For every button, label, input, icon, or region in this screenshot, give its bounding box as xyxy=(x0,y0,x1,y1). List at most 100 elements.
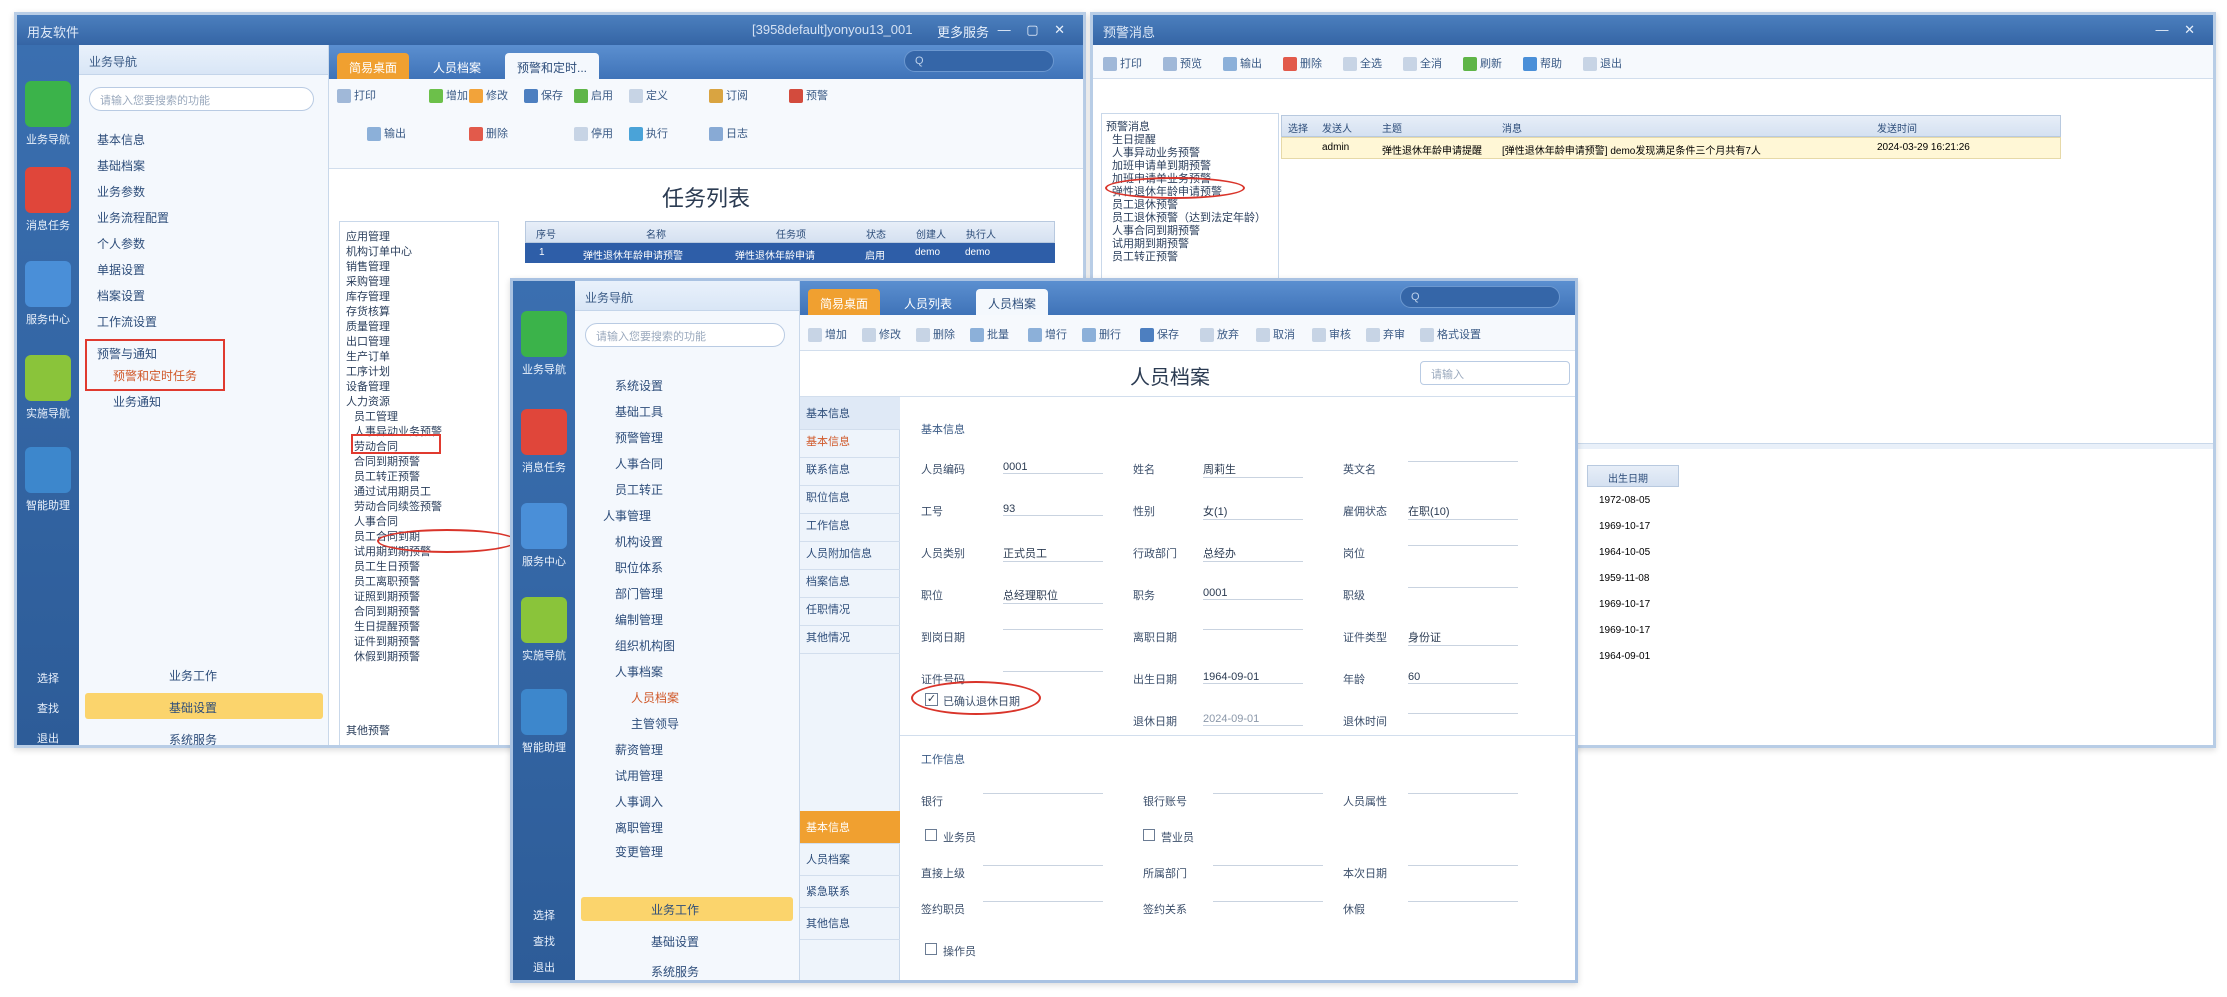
tool-add[interactable]: 增加 xyxy=(429,87,468,104)
tree-item[interactable]: 存货核算 xyxy=(346,303,390,319)
exit-item[interactable]: 退出 xyxy=(17,730,79,745)
tool-subscribe[interactable]: 订阅 xyxy=(709,87,748,104)
checkbox[interactable] xyxy=(1143,829,1155,841)
form-field[interactable]: 2024-09-01 xyxy=(1203,713,1303,726)
nav-item[interactable]: 单据设置 xyxy=(97,261,145,278)
nav-item[interactable]: 试用管理 xyxy=(615,767,663,784)
nav-item[interactable]: 工作流设置 xyxy=(97,313,157,330)
implementation-icon[interactable] xyxy=(25,355,71,401)
tree-item[interactable]: 员工生日预警 xyxy=(354,558,420,574)
nav-item[interactable]: 预警管理 xyxy=(615,429,663,446)
window-controls[interactable]: — ▢ ✕ xyxy=(998,22,1071,38)
tree-item[interactable]: 人事合同 xyxy=(354,513,398,529)
side-tab[interactable]: 其他信息 xyxy=(800,907,900,940)
tab-search-input[interactable]: Q xyxy=(904,50,1054,72)
nav-item[interactable]: 员工转正 xyxy=(615,481,663,498)
tree-item[interactable]: 应用管理 xyxy=(346,228,390,244)
form-field[interactable]: 总经理职位 xyxy=(1003,587,1103,604)
record-search-input[interactable]: 请输入 xyxy=(1420,361,1570,385)
tool[interactable]: 格式设置 xyxy=(1420,326,1481,343)
tab[interactable]: 简易桌面 xyxy=(808,289,881,315)
nav-item[interactable]: 组织机构图 xyxy=(615,637,675,654)
exit-item[interactable]: 退出 xyxy=(513,959,575,975)
tool-select-all[interactable]: 全选 xyxy=(1343,55,1382,72)
nav-item[interactable]: 人事合同 xyxy=(615,455,663,472)
message-task-icon[interactable] xyxy=(25,167,71,213)
window-controls[interactable]: — ✕ xyxy=(2155,22,2201,38)
tool-delete[interactable]: 删除 xyxy=(1283,55,1322,72)
more-services[interactable]: 更多服务 xyxy=(937,22,989,41)
nav-item[interactable]: 人事管理 xyxy=(603,507,651,524)
nav-item[interactable]: 变更管理 xyxy=(615,843,663,860)
bottom-tab[interactable]: 业务工作 xyxy=(169,667,217,684)
form-field[interactable] xyxy=(1408,587,1518,588)
nav-item[interactable]: 档案设置 xyxy=(97,287,145,304)
tool-output[interactable]: 输出 xyxy=(1223,55,1262,72)
tree-item[interactable]: 出口管理 xyxy=(346,333,390,349)
form-field[interactable]: 在职(10) xyxy=(1408,503,1518,520)
tool-execute[interactable]: 执行 xyxy=(629,125,668,142)
form-field[interactable] xyxy=(1408,901,1518,902)
tree-item[interactable]: 员工管理 xyxy=(354,408,398,424)
tree-item[interactable]: 工序计划 xyxy=(346,363,390,379)
tool[interactable]: 增加 xyxy=(808,326,847,343)
form-field[interactable]: 93 xyxy=(1003,503,1103,516)
nav-search-input[interactable]: 请输入您要搜索的功能 xyxy=(89,87,314,111)
tab[interactable]: 简易桌面 xyxy=(337,53,410,79)
tool-enable[interactable]: 启用 xyxy=(574,87,613,104)
tree-item[interactable]: 设备管理 xyxy=(346,378,390,394)
form-field[interactable] xyxy=(1408,461,1518,462)
tool-edit[interactable]: 修改 xyxy=(469,87,508,104)
nav-item[interactable]: 主管领导 xyxy=(631,715,679,732)
form-field[interactable] xyxy=(1408,713,1518,714)
form-field[interactable] xyxy=(1408,545,1518,546)
tab[interactable]: 人员档案 xyxy=(421,53,493,79)
nav-item[interactable]: 基础工具 xyxy=(615,403,663,420)
nav-item[interactable]: 人事档案 xyxy=(615,663,663,680)
find-item[interactable]: 查找 xyxy=(17,700,79,716)
nav-item[interactable]: 离职管理 xyxy=(615,819,663,836)
bottom-tab[interactable]: 系统服务 xyxy=(651,963,699,980)
form-field[interactable]: 正式员工 xyxy=(1003,545,1103,562)
tree-item[interactable]: 合同到期预警 xyxy=(354,603,420,619)
tool[interactable]: 保存 xyxy=(1140,326,1179,343)
form-field[interactable] xyxy=(983,793,1103,794)
tree-item[interactable]: 采购管理 xyxy=(346,273,390,289)
form-field[interactable] xyxy=(1408,865,1518,866)
tool[interactable]: 修改 xyxy=(862,326,901,343)
tree-item[interactable]: 劳动合同续签预警 xyxy=(354,498,442,514)
tree-item[interactable]: 机构订单中心 xyxy=(346,243,412,259)
form-field[interactable] xyxy=(1203,629,1303,630)
form-field[interactable] xyxy=(1213,901,1323,902)
tree-item[interactable]: 销售管理 xyxy=(346,258,390,274)
form-field[interactable] xyxy=(983,901,1103,902)
bottom-tab[interactable]: 系统服务 xyxy=(169,731,217,745)
form-field[interactable] xyxy=(1213,865,1323,866)
side-tab[interactable]: 人员档案 xyxy=(800,843,900,876)
business-nav-icon[interactable] xyxy=(25,81,71,127)
nav-item[interactable]: 业务参数 xyxy=(97,183,145,200)
side-tab[interactable]: 基本信息 xyxy=(800,811,900,844)
tool-preview[interactable]: 预览 xyxy=(1163,55,1202,72)
nav-item[interactable]: 系统设置 xyxy=(615,377,663,394)
bottom-tab[interactable]: 业务工作 xyxy=(651,901,699,918)
tab-search-input[interactable]: Q xyxy=(1400,286,1560,308)
business-nav-icon[interactable] xyxy=(521,311,567,357)
nav-item[interactable]: 基础档案 xyxy=(97,157,145,174)
form-field[interactable] xyxy=(1408,793,1518,794)
nav-item[interactable]: 职位体系 xyxy=(615,559,663,576)
tool-output[interactable]: 输出 xyxy=(367,125,406,142)
form-field[interactable] xyxy=(1213,793,1323,794)
tree-item[interactable]: 其他预警 xyxy=(346,722,390,738)
form-field[interactable] xyxy=(1003,671,1103,672)
side-tab[interactable]: 其他情况 xyxy=(800,621,900,654)
nav-item[interactable]: 人事调入 xyxy=(615,793,663,810)
nav-item[interactable]: 业务通知 xyxy=(113,393,161,410)
find-item[interactable]: 查找 xyxy=(513,933,575,949)
tree-item[interactable]: 质量管理 xyxy=(346,318,390,334)
tool[interactable]: 批量 xyxy=(970,326,1009,343)
message-task-icon[interactable] xyxy=(521,409,567,455)
tree-item[interactable]: 通过试用期员工 xyxy=(354,483,431,499)
form-field[interactable] xyxy=(983,865,1103,866)
tool-refresh[interactable]: 刷新 xyxy=(1463,55,1502,72)
